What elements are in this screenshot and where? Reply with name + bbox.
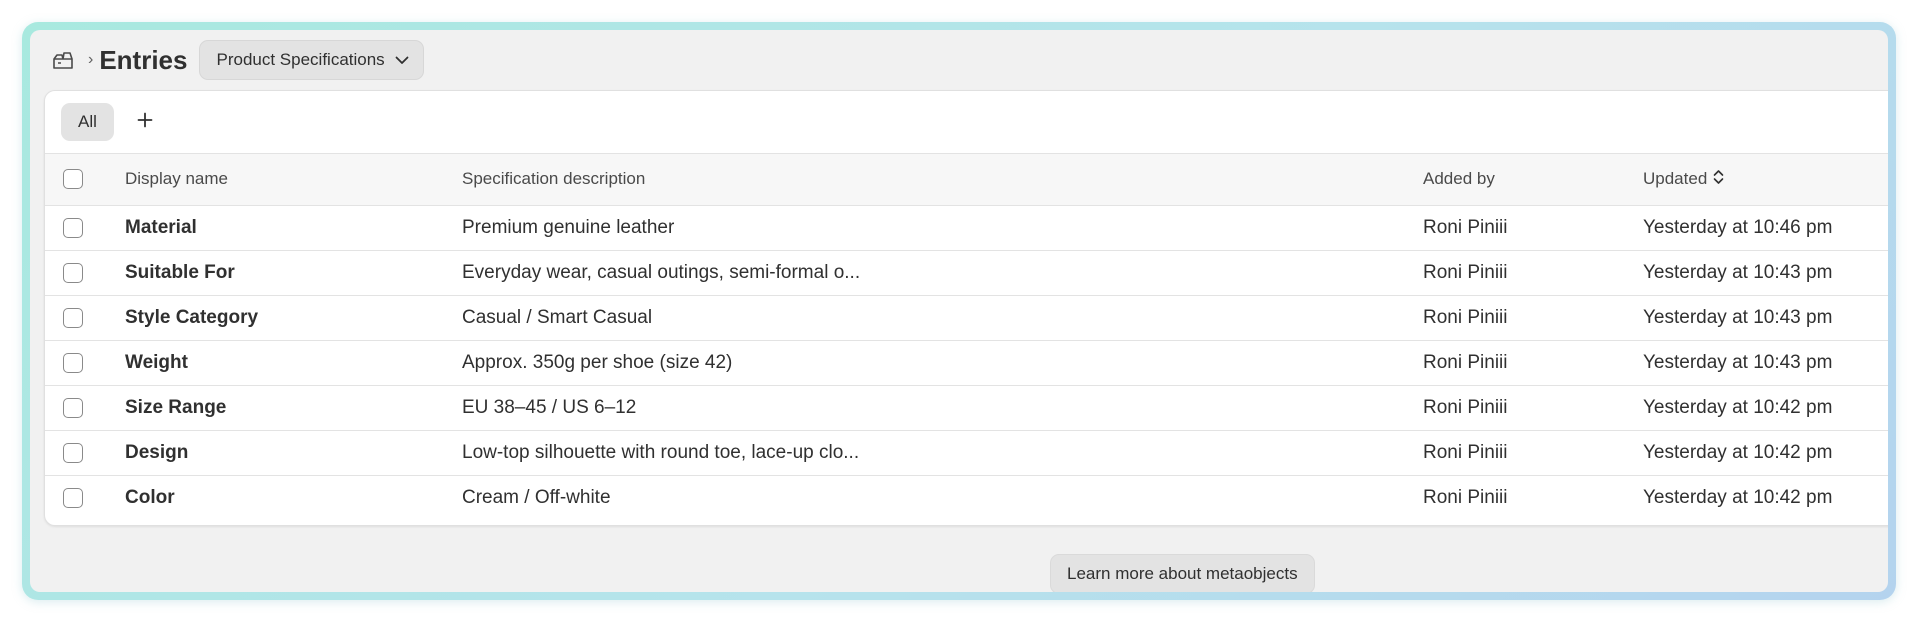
entries-table: Display name Specification description A…: [45, 154, 1888, 520]
table-row[interactable]: Design Low-top silhouette with round toe…: [45, 430, 1888, 475]
entry-display-name[interactable]: Size Range: [125, 385, 462, 430]
entry-display-name[interactable]: Color: [125, 475, 462, 520]
store-icon[interactable]: [52, 49, 76, 71]
tab-all[interactable]: All: [61, 103, 114, 141]
updated-header-label: Updated: [1643, 169, 1708, 189]
entry-display-name[interactable]: Design: [125, 430, 462, 475]
entry-updated: Yesterday at 10:42 pm: [1643, 396, 1833, 418]
entry-added-by: Roni Piniii: [1423, 486, 1508, 508]
entry-description: Everyday wear, casual outings, semi-form…: [462, 261, 861, 283]
entry-description: Premium genuine leather: [462, 216, 675, 238]
select-all-checkbox[interactable]: [63, 169, 83, 190]
entry-updated: Yesterday at 10:42 pm: [1643, 486, 1833, 508]
entry-updated: Yesterday at 10:43 pm: [1643, 261, 1833, 283]
table-row[interactable]: Suitable For Everyday wear, casual outin…: [45, 250, 1888, 295]
entry-added-by: Roni Piniii: [1423, 306, 1508, 328]
entry-display-name[interactable]: Style Category: [125, 295, 462, 340]
column-header-added-by[interactable]: Added by: [1423, 154, 1643, 205]
entry-updated: Yesterday at 10:43 pm: [1643, 306, 1833, 328]
entry-updated: Yesterday at 10:46 pm: [1643, 216, 1833, 238]
entry-description: Casual / Smart Casual: [462, 306, 653, 328]
plus-icon: [137, 112, 153, 133]
entry-display-name[interactable]: Material: [125, 205, 462, 250]
entry-description: Cream / Off-white: [462, 486, 611, 508]
entry-display-name[interactable]: Weight: [125, 340, 462, 385]
table-row[interactable]: Color Cream / Off-white Roni Piniii Yest…: [45, 475, 1888, 520]
row-checkbox[interactable]: [63, 352, 83, 373]
table-header-row: Display name Specification description A…: [45, 154, 1888, 205]
entries-window: › Entries Product Specifications All Dis…: [30, 30, 1888, 592]
chevron-down-icon: [395, 50, 409, 70]
entry-added-by: Roni Piniii: [1423, 441, 1508, 463]
row-checkbox[interactable]: [63, 487, 83, 508]
table-row[interactable]: Size Range EU 38–45 / US 6–12 Roni Pinii…: [45, 385, 1888, 430]
view-tabs: All: [45, 91, 1888, 154]
sort-icon[interactable]: [1713, 169, 1724, 190]
entry-added-by: Roni Piniii: [1423, 261, 1508, 283]
row-checkbox[interactable]: [63, 217, 83, 238]
table-row[interactable]: Weight Approx. 350g per shoe (size 42) R…: [45, 340, 1888, 385]
entry-added-by: Roni Piniii: [1423, 351, 1508, 373]
entry-added-by: Roni Piniii: [1423, 396, 1508, 418]
table-row[interactable]: Material Premium genuine leather Roni Pi…: [45, 205, 1888, 250]
entries-card: All Display name Specification descripti…: [44, 90, 1888, 526]
add-view-button[interactable]: [130, 107, 160, 137]
breadcrumb: › Entries Product Specifications: [52, 40, 424, 80]
entry-updated: Yesterday at 10:42 pm: [1643, 441, 1833, 463]
entry-description: EU 38–45 / US 6–12: [462, 396, 637, 418]
app-frame: › Entries Product Specifications All Dis…: [22, 22, 1896, 600]
column-header-description[interactable]: Specification description: [462, 154, 1423, 205]
table-row[interactable]: Style Category Casual / Smart Casual Ron…: [45, 295, 1888, 340]
selector-label: Product Specifications: [216, 50, 385, 69]
entry-display-name[interactable]: Suitable For: [125, 250, 462, 295]
page-title: Entries: [99, 44, 188, 75]
entry-description: Low-top silhouette with round toe, lace-…: [462, 441, 860, 463]
row-checkbox[interactable]: [63, 442, 83, 463]
row-checkbox[interactable]: [63, 262, 83, 283]
learn-more-metaobjects-button[interactable]: Learn more about metaobjects: [1050, 554, 1315, 592]
column-header-display-name[interactable]: Display name: [125, 154, 462, 205]
column-header-updated[interactable]: Updated: [1643, 154, 1888, 205]
row-checkbox[interactable]: [63, 307, 83, 328]
entry-updated: Yesterday at 10:43 pm: [1643, 351, 1833, 373]
metaobject-type-selector[interactable]: Product Specifications: [199, 40, 424, 80]
entry-added-by: Roni Piniii: [1423, 216, 1508, 238]
entry-description: Approx. 350g per shoe (size 42): [462, 351, 733, 373]
chevron-right-icon: ›: [88, 51, 94, 68]
row-checkbox[interactable]: [63, 397, 83, 418]
